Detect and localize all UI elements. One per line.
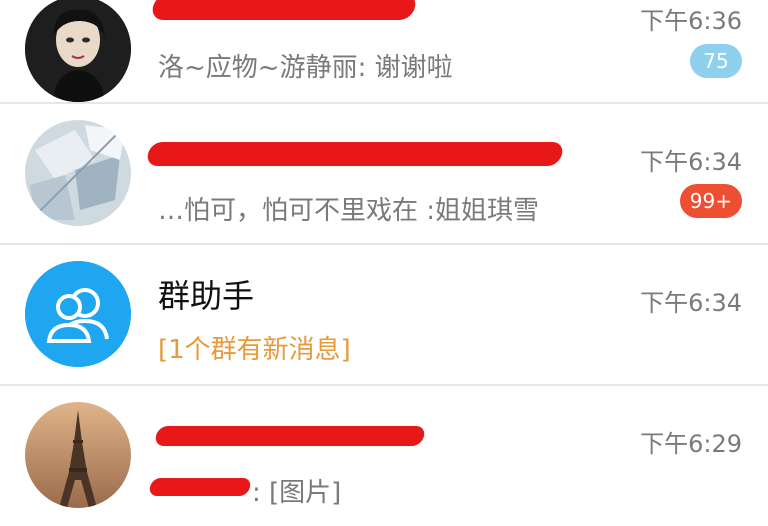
redaction-mark <box>153 426 427 446</box>
unread-badge: 99+ <box>679 184 742 218</box>
eiffel-tower-photo-icon <box>25 402 131 508</box>
conversation-preview: 洛~应物~游静丽: 谢谢啦 <box>158 53 453 83</box>
portrait-photo-icon <box>25 0 131 102</box>
conversation-preview: …怕可，怕可不里戏在 :姐姐琪雪 <box>158 196 540 226</box>
conversation-time: 下午6:36 <box>640 7 742 35</box>
redaction-mark <box>148 478 252 496</box>
redaction-mark <box>145 142 565 166</box>
group-assistant-icon <box>25 261 131 367</box>
conversation-list: 洛~应物~游静丽: 谢谢啦 下午6:36 75 …怕可，怕可不里戏在 :姐姐琪雪… <box>0 0 768 526</box>
conversation-time: 下午6:29 <box>640 430 742 458</box>
abstract-photo-icon <box>25 120 131 226</box>
conversation-title: 群助手 <box>158 277 255 315</box>
conversation-time: 下午6:34 <box>640 148 742 176</box>
conversation-item[interactable]: : [图片] 下午6:29 <box>0 386 768 526</box>
redaction-mark <box>150 0 418 20</box>
conversation-preview: : [图片] <box>252 478 342 508</box>
unread-badge: 75 <box>690 44 742 78</box>
conversation-item[interactable]: 洛~应物~游静丽: 谢谢啦 下午6:36 75 <box>0 0 768 102</box>
conversation-item[interactable]: …怕可，怕可不里戏在 :姐姐琪雪 下午6:34 99+ <box>0 104 768 244</box>
conversation-time: 下午6:34 <box>640 289 742 317</box>
conversation-preview: [1个群有新消息] <box>158 335 351 365</box>
conversation-item[interactable]: 群助手 [1个群有新消息] 下午6:34 <box>0 245 768 385</box>
